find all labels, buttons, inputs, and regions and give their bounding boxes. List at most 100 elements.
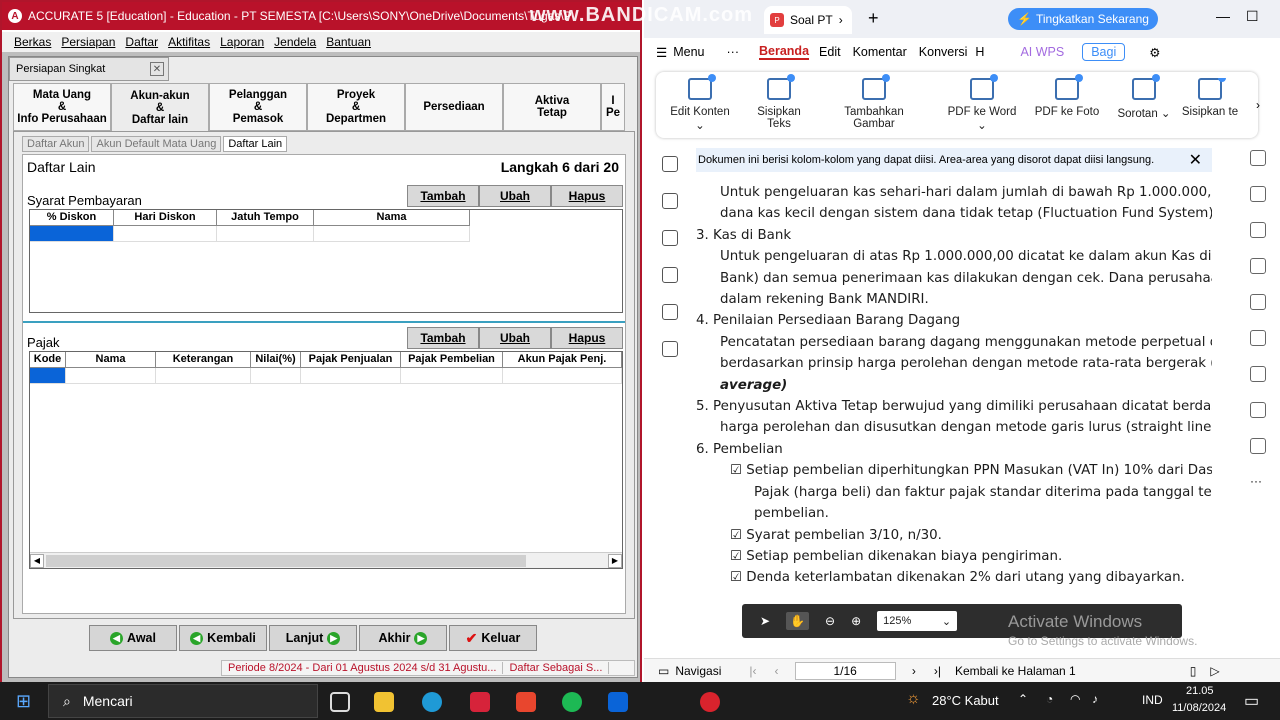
pajak-tambah-button[interactable]: Tambah [407,327,479,349]
navigation-icon[interactable]: ▭ [658,664,669,678]
menu-tab[interactable]: Menu [673,45,704,59]
page-indicator[interactable]: 1/16 [794,661,896,680]
search-icon[interactable] [1250,366,1266,382]
col-pajak-pembelian[interactable]: Pajak Pembelian [401,352,503,367]
subtab-daftar-akun[interactable]: Daftar Akun [22,136,90,152]
signature-icon[interactable] [662,304,678,320]
menu-persiapan[interactable]: Persiapan [61,35,115,49]
next-page-icon[interactable]: › [912,664,916,678]
bandicam-icon[interactable] [700,692,720,712]
close-icon[interactable]: ✕ [150,62,164,76]
syarat-hapus-button[interactable]: Hapus [551,185,623,207]
wifi-icon[interactable]: ◠ [1070,692,1080,706]
menu-aktifitas[interactable]: Aktifitas [168,35,210,49]
settings-icon[interactable]: ⚙ [1149,45,1160,60]
tab-komentar[interactable]: Komentar [853,45,907,59]
akhir-button[interactable]: Akhir ▶ [359,625,447,651]
spotify-icon[interactable] [562,692,582,712]
compress-icon[interactable] [1250,294,1266,310]
weather-text[interactable]: 28°C Kabut [932,693,999,708]
last-page-icon[interactable]: ›| [934,664,941,678]
outlook-icon[interactable] [608,692,628,712]
new-tab-icon[interactable]: + [868,8,879,29]
syarat-tambah-button[interactable]: Tambah [407,185,479,207]
attachment-icon[interactable] [662,267,678,283]
tab-partial[interactable]: I Pe [601,83,625,131]
lanjut-button[interactable]: Lanjut ▶ [269,625,357,651]
back-to-page-link[interactable]: Kembali ke Halaman 1 [955,664,1076,678]
col-diskon[interactable]: % Diskon [30,210,114,225]
share-icon[interactable] [1250,438,1266,454]
more-icon[interactable]: ··· [1250,474,1266,490]
translate-icon[interactable] [1250,330,1266,346]
navigation-label[interactable]: Navigasi [675,664,721,678]
maximize-icon[interactable]: ☐ [1246,8,1259,25]
col-hari-diskon[interactable]: Hari Diskon [114,210,217,225]
tab-pelanggan[interactable]: Pelanggan & Pemasok [209,83,307,131]
table-row[interactable] [30,226,622,242]
edit-konten-button[interactable]: Edit Konten ⌄ [664,74,736,132]
pdf-page[interactable]: Untuk pengeluaran kas sehari-hari dalam … [696,172,1212,618]
scroll-thumb[interactable] [46,554,526,567]
pen-icon[interactable] [1250,222,1266,238]
tab-akun-akun[interactable]: Akun-akun & Daftar lain [111,83,209,131]
bookmark-icon[interactable] [662,156,678,172]
accurate-app-icon[interactable] [470,692,490,712]
wps-app-icon[interactable] [516,692,536,712]
prev-page-icon[interactable]: ‹ [775,664,779,678]
document-icon[interactable] [1250,186,1266,202]
tab-beranda[interactable]: Beranda [759,44,810,60]
clock-date[interactable]: 11/08/2024 [1172,702,1226,714]
taskbar-search[interactable]: ⌕ Mencari [48,684,318,718]
tab-h[interactable]: H [975,45,984,59]
file-explorer-icon[interactable] [374,692,394,712]
menu-bantuan[interactable]: Bantuan [326,35,371,49]
hamburger-icon[interactable]: ☰ [656,45,667,60]
language-indicator[interactable]: IND [1142,693,1163,707]
windows-start-icon[interactable]: ⊞ [16,691,31,712]
tray-chevron-icon[interactable]: ⌃ [1018,692,1028,706]
pajak-ubah-button[interactable]: Ubah [479,327,551,349]
zoom-out-icon[interactable]: ⊖ [825,614,835,628]
edge-icon[interactable] [422,692,442,712]
first-page-icon[interactable]: |‹ [749,664,756,678]
comment-icon[interactable] [662,230,678,246]
upgrade-button[interactable]: ⚡ Tingkatkan Sekarang [1008,8,1158,30]
sisipkan-te-button[interactable]: Sisipkan te [1180,78,1240,118]
help-icon[interactable] [1250,402,1266,418]
scroll-left-icon[interactable]: ◀ [30,553,44,568]
col-nilai[interactable]: Nilai(%) [251,352,301,367]
play-icon[interactable]: ▷ [1210,664,1219,678]
share-button[interactable]: Bagi [1082,43,1126,61]
edit-icon[interactable] [1250,150,1266,166]
chevron-right-icon[interactable]: › [839,13,843,27]
zoom-in-icon[interactable]: ⊕ [851,614,861,628]
more-icon[interactable]: ··· [727,45,740,59]
tab-proyek[interactable]: Proyek & Departmen [307,83,405,131]
tab-konversi[interactable]: Konversi [919,45,968,59]
col-akun-pajak[interactable]: Akun Pajak Penj. [503,352,622,367]
menu-jendela[interactable]: Jendela [274,35,316,49]
col-pajak-nama[interactable]: Nama [66,352,156,367]
clock-time[interactable]: 21.05 [1186,685,1214,697]
sorotan-button[interactable]: Sorotan ⌄ [1116,74,1172,120]
col-kode[interactable]: Kode [30,352,66,367]
volume-icon[interactable]: ♪ [1092,692,1098,706]
list-icon[interactable] [1250,258,1266,274]
ai-wps-button[interactable]: AI WPS [1020,45,1064,59]
layers-icon[interactable] [662,341,678,357]
tab-edit[interactable]: Edit [819,45,841,59]
close-icon[interactable]: ✕ [1189,150,1202,170]
weather-icon[interactable]: ☼ [906,690,921,708]
syarat-ubah-button[interactable]: Ubah [479,185,551,207]
awal-button[interactable]: ◀ Awal [89,625,177,651]
pajak-hapus-button[interactable]: Hapus [551,327,623,349]
col-pajak-penjualan[interactable]: Pajak Penjualan [301,352,401,367]
col-nama[interactable]: Nama [314,210,470,225]
horizontal-scrollbar[interactable]: ◀ ▶ [30,552,622,568]
pajak-grid[interactable]: Kode Nama Keterangan Nilai(%) Pajak Penj… [29,351,623,569]
menu-daftar[interactable]: Daftar [125,35,158,49]
network-icon[interactable]: ◔ [1046,692,1053,706]
menu-laporan[interactable]: Laporan [220,35,264,49]
col-jatuh-tempo[interactable]: Jatuh Tempo [217,210,314,225]
